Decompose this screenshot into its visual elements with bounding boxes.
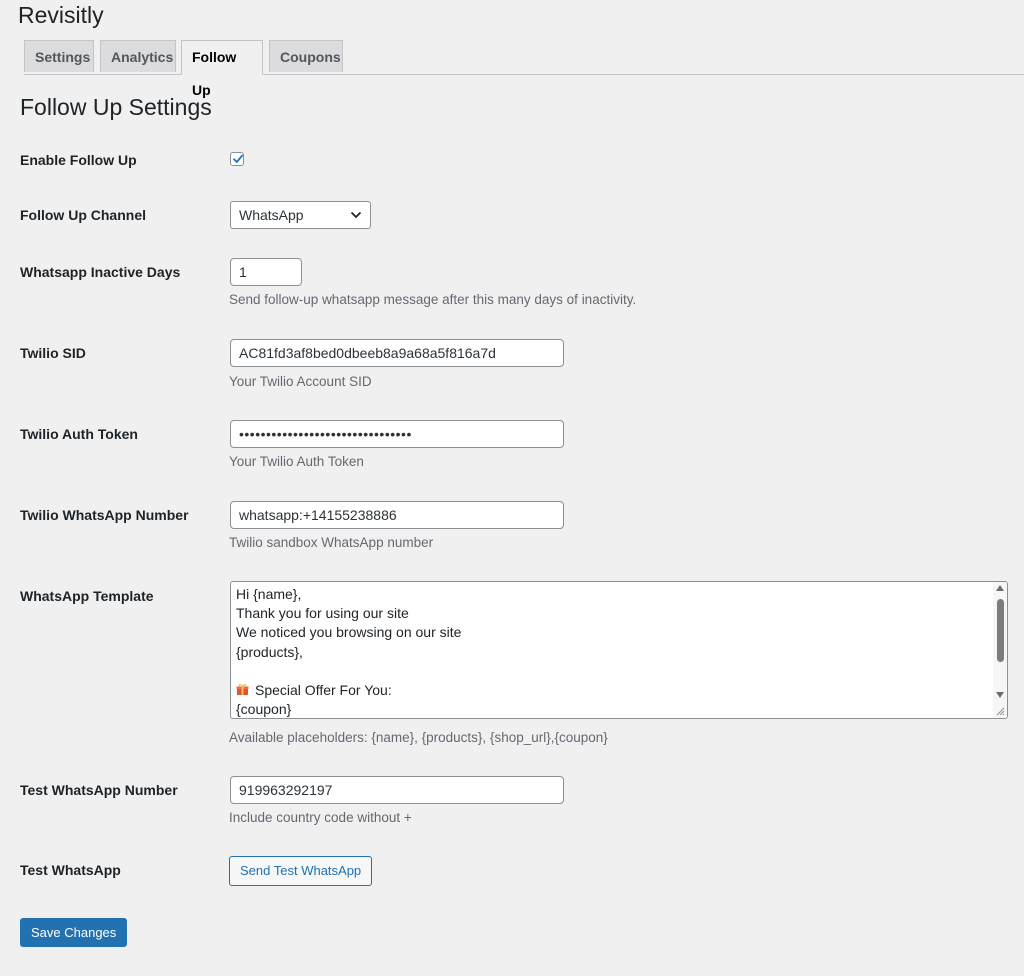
resize-grip-icon[interactable]: [995, 706, 1005, 716]
scrollbar-thumb[interactable]: [997, 599, 1004, 662]
whatsapp-template-description: Available placeholders: {name}, {product…: [229, 730, 608, 745]
scroll-down-arrow-icon[interactable]: [996, 692, 1004, 698]
scroll-up-arrow-icon[interactable]: [996, 585, 1004, 591]
twilio-whatsapp-number-description: Twilio sandbox WhatsApp number: [229, 535, 434, 550]
template-scrollbar[interactable]: [993, 582, 1007, 718]
tab-analytics[interactable]: Analytics: [100, 40, 176, 72]
checkmark-icon: [233, 154, 244, 163]
test-whatsapp-number-label: Test WhatsApp Number: [20, 782, 178, 798]
template-line: We noticed you browsing on our site: [236, 624, 462, 641]
twilio-auth-token-input[interactable]: ••••••••••••••••••••••••••••••••: [230, 420, 564, 448]
twilio-whatsapp-number-input[interactable]: whatsapp:+14155238886: [230, 501, 564, 529]
template-line: {coupon}: [236, 701, 292, 718]
follow-up-channel-select[interactable]: WhatsApp: [230, 201, 371, 229]
inactive-days-description: Send follow-up whatsapp message after th…: [229, 292, 637, 307]
send-test-whatsapp-button[interactable]: Send Test WhatsApp: [229, 856, 373, 886]
tab-settings[interactable]: Settings: [24, 40, 94, 72]
template-line-text: Special Offer For You:: [255, 681, 392, 698]
save-changes-button[interactable]: Save Changes: [20, 918, 128, 947]
follow-up-channel-value: WhatsApp: [239, 207, 304, 223]
template-line: Thank you for using our site: [236, 605, 409, 622]
twilio-auth-token-label: Twilio Auth Token: [20, 426, 138, 442]
page-title: Follow Up Settings: [20, 94, 212, 120]
twilio-sid-input[interactable]: AC81fd3af8bed0dbeeb8a9a68a5f816a7d: [230, 339, 564, 367]
twilio-sid-description: Your Twilio Account SID: [229, 374, 372, 389]
whatsapp-template-textarea[interactable]: Hi {name}, Thank you for using our site …: [230, 581, 1008, 719]
enable-follow-up-checkbox[interactable]: [230, 152, 244, 166]
twilio-sid-label: Twilio SID: [20, 345, 86, 361]
chevron-down-icon: [350, 211, 362, 219]
twilio-auth-token-description: Your Twilio Auth Token: [229, 454, 364, 469]
test-whatsapp-number-input[interactable]: 919963292197: [230, 776, 564, 804]
whatsapp-template-label: WhatsApp Template: [20, 588, 154, 604]
template-line-offer: Special Offer For You:: [236, 681, 461, 700]
test-whatsapp-label: Test WhatsApp: [20, 862, 121, 878]
tab-coupons[interactable]: Coupons: [269, 40, 343, 72]
template-line: {products},: [236, 643, 303, 660]
template-line: [236, 662, 461, 681]
app-title: Revisitly: [18, 2, 104, 28]
inactive-days-label: Whatsapp Inactive Days: [20, 264, 181, 280]
gift-icon: [236, 682, 249, 695]
enable-follow-up-label: Enable Follow Up: [20, 152, 137, 168]
nav-tabs: Settings Analytics Follow Up Coupons: [24, 40, 1024, 98]
follow-up-channel-label: Follow Up Channel: [20, 207, 146, 223]
inactive-days-input[interactable]: 1: [230, 258, 302, 286]
twilio-whatsapp-number-label: Twilio WhatsApp Number: [20, 507, 189, 523]
template-line: Hi {name},: [236, 586, 302, 602]
test-whatsapp-number-description: Include country code without +: [229, 810, 412, 825]
tab-follow-up[interactable]: Follow Up: [181, 40, 263, 98]
